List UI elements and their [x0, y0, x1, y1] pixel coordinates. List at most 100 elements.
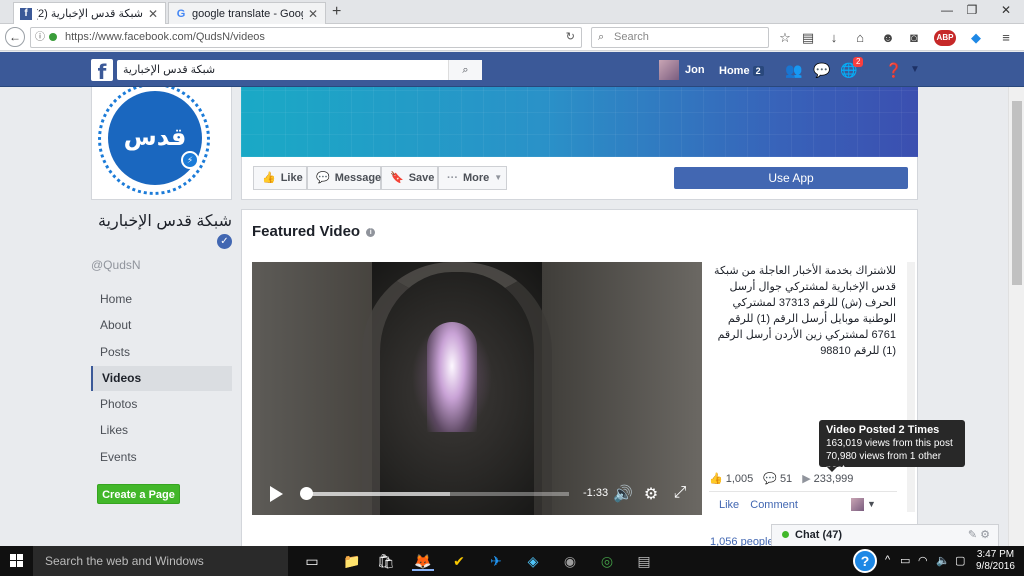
- fullscreen-icon[interactable]: ⤢: [670, 484, 690, 502]
- firefox-icon[interactable]: 🦊: [412, 551, 434, 571]
- taskbar-clock[interactable]: 3:47 PM 9/8/2016: [976, 549, 1015, 573]
- action-center-icon[interactable]: ▢: [955, 554, 965, 567]
- close-tab-icon[interactable]: ✕: [147, 7, 159, 21]
- app-icon[interactable]: ◈: [522, 551, 544, 571]
- windows-start-icon[interactable]: [10, 554, 24, 568]
- friend-requests-icon[interactable]: 👥: [785, 62, 803, 78]
- page-name-text: شبكة قدس الإخبارية: [97, 213, 232, 230]
- download-icon[interactable]: ↓: [826, 30, 842, 46]
- sidebar-item-likes[interactable]: Likes: [91, 418, 232, 443]
- page-title[interactable]: شبكة قدس الإخبارية ✓: [91, 212, 232, 252]
- facebook-logo-icon[interactable]: f: [91, 59, 113, 84]
- tooltip-line-1: 163,019 views from this post: [826, 438, 953, 449]
- search-icon[interactable]: ⌕: [448, 60, 482, 80]
- play-button[interactable]: [270, 486, 283, 502]
- store-icon[interactable]: 🛍: [375, 551, 397, 571]
- chevron-down-icon: ▼: [494, 173, 503, 182]
- comment-link[interactable]: Comment: [750, 499, 798, 511]
- notepad-icon[interactable]: ▤: [633, 551, 655, 571]
- divider: [709, 491, 897, 492]
- like-link[interactable]: Like: [719, 499, 739, 511]
- page-scrollbar[interactable]: [1008, 87, 1024, 546]
- bookmark-star-icon[interactable]: ☆: [777, 30, 793, 46]
- app-icon[interactable]: ◎: [596, 551, 618, 571]
- profile-picture[interactable]: قدس ⚡: [91, 87, 232, 200]
- page-handle[interactable]: @QudsN: [91, 258, 141, 272]
- help-icon[interactable]: ?: [853, 549, 877, 573]
- facebook-search-input[interactable]: شبكة قدس الإخبارية ⌕: [117, 60, 482, 80]
- messages-icon[interactable]: 💬: [813, 62, 831, 78]
- video-scrubber-handle[interactable]: [300, 487, 313, 500]
- bookmark-icon: 🔖: [390, 172, 404, 184]
- save-button[interactable]: 🔖 Save: [381, 166, 438, 190]
- browser-search-input[interactable]: ⌕ Search: [591, 27, 769, 48]
- close-tab-icon[interactable]: ✕: [307, 7, 319, 21]
- likes-count[interactable]: 👍 1,005: [709, 472, 753, 486]
- volume-icon[interactable]: 🔊: [613, 484, 633, 504]
- url-bar[interactable]: ⓘ https://www.facebook.com/QudsN/videos …: [30, 27, 582, 48]
- sidebar-item-home[interactable]: Home: [91, 287, 232, 312]
- message-button[interactable]: 💬 Message: [307, 166, 381, 190]
- account-caret-icon[interactable]: ▼: [906, 62, 924, 78]
- adblock-icon[interactable]: ABP: [934, 30, 956, 46]
- volume-tray-icon[interactable]: 🔈: [936, 554, 950, 567]
- task-view-icon[interactable]: ▭: [301, 551, 323, 571]
- extension-icon[interactable]: ◆: [968, 30, 984, 46]
- sidebar-item-videos[interactable]: Videos: [91, 366, 232, 391]
- reload-icon[interactable]: ↻: [566, 28, 575, 47]
- info-icon[interactable]: ⓘ: [35, 28, 45, 47]
- restore-button[interactable]: ❐: [962, 3, 982, 17]
- file-explorer-icon[interactable]: 📁: [341, 551, 363, 571]
- close-window-button[interactable]: ✕: [996, 3, 1016, 17]
- home-icon[interactable]: ⌂: [852, 30, 868, 46]
- views-count[interactable]: ▶ 233,999: [802, 472, 853, 486]
- info-icon[interactable]: i: [366, 227, 376, 237]
- taskbar-search-input[interactable]: Search the web and Windows: [33, 546, 288, 576]
- sidebar-item-events[interactable]: Events: [91, 445, 232, 470]
- video-time-remaining: -1:33: [583, 487, 609, 499]
- thumbs-up-icon: 👍: [262, 172, 276, 184]
- battery-icon[interactable]: ▭: [900, 554, 910, 567]
- tab-title: google translate - Google ...: [192, 7, 303, 20]
- comments-count[interactable]: 💬 51: [763, 472, 792, 486]
- pocket-icon[interactable]: ◙: [906, 30, 922, 46]
- home-count-badge: 2: [752, 66, 764, 76]
- sidebar-item-posts[interactable]: Posts: [91, 340, 232, 365]
- home-link[interactable]: Home 2: [719, 65, 764, 77]
- profile-link[interactable]: Jon: [659, 60, 705, 80]
- tray-chevron-icon[interactable]: ^: [885, 554, 890, 566]
- chevron-down-icon[interactable]: ▼: [867, 499, 876, 509]
- more-button[interactable]: ··· More ▼: [438, 166, 507, 190]
- app-icon[interactable]: ✈: [485, 551, 507, 571]
- video-player[interactable]: [252, 262, 702, 515]
- create-page-button[interactable]: Create a Page: [97, 484, 180, 504]
- norton-icon[interactable]: ✔: [448, 551, 470, 571]
- chat-options-icon[interactable]: ✎ ⚙: [968, 525, 990, 545]
- menu-icon[interactable]: ≡: [998, 30, 1014, 46]
- cover-photo[interactable]: [241, 87, 918, 157]
- tab-facebook[interactable]: f شبكة قدس الإخبارية (2) ✕: [13, 2, 166, 24]
- emoji-icon[interactable]: ☻: [880, 30, 896, 46]
- tunnel-wall-left: [252, 262, 372, 515]
- settings-gear-icon[interactable]: ⚙: [641, 484, 661, 504]
- more-label: More: [463, 172, 490, 184]
- help-icon[interactable]: ❓: [885, 62, 903, 78]
- chat-bar[interactable]: Chat (47) ✎ ⚙: [771, 524, 999, 546]
- video-progress-track[interactable]: [305, 492, 569, 496]
- like-page-button[interactable]: 👍 Like: [253, 166, 307, 190]
- featured-video-title: Featured Video i: [252, 223, 376, 240]
- tab-google-translate[interactable]: G google translate - Google ... ✕: [168, 2, 326, 24]
- minimize-button[interactable]: —: [937, 3, 957, 17]
- new-tab-button[interactable]: +: [332, 3, 341, 21]
- use-app-button[interactable]: Use App: [674, 167, 908, 189]
- sidebar-item-about[interactable]: About: [91, 313, 232, 338]
- thumbs-up-icon: 👍: [709, 473, 723, 485]
- avatar[interactable]: [851, 498, 864, 511]
- reading-list-icon[interactable]: ▤: [800, 30, 816, 46]
- app-icon[interactable]: ◉: [559, 551, 581, 571]
- sidebar-item-photos[interactable]: Photos: [91, 392, 232, 417]
- back-button[interactable]: ←: [5, 27, 25, 47]
- scrollbar-thumb[interactable]: [1012, 101, 1022, 285]
- wifi-icon[interactable]: ◠: [918, 554, 928, 567]
- tab-title: شبكة قدس الإخبارية (2): [37, 8, 143, 20]
